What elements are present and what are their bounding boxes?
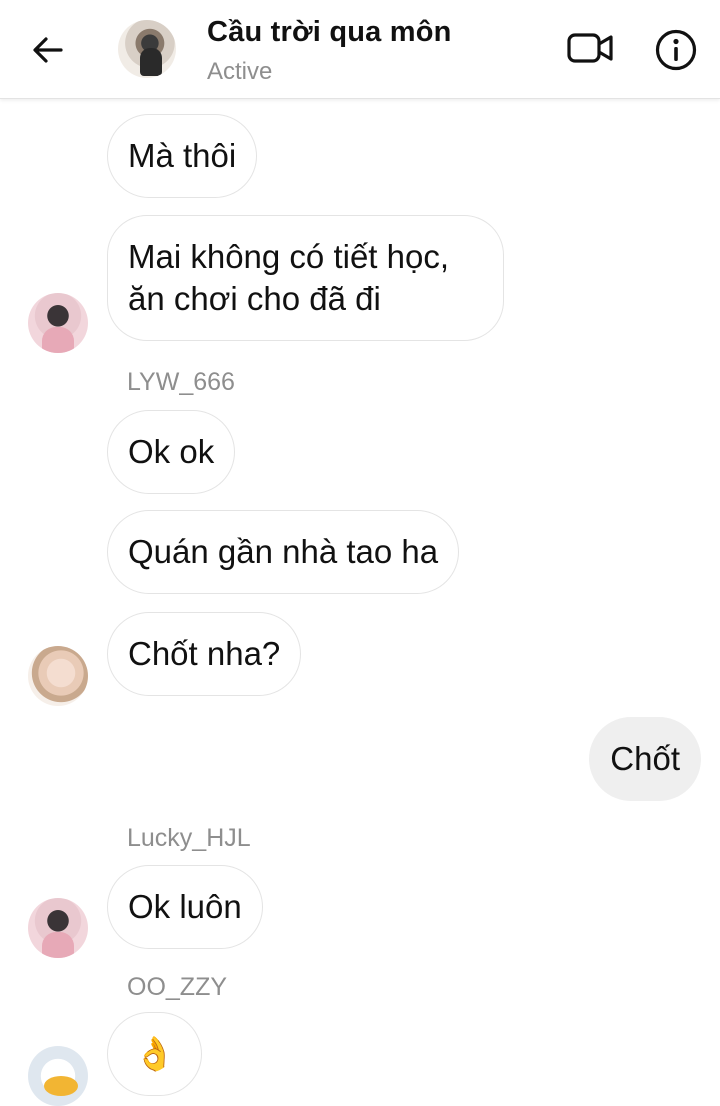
video-call-button[interactable] [566,28,616,68]
video-camera-icon [567,33,613,63]
own-message-bubble[interactable]: Chốt [589,717,701,801]
sender-avatar[interactable] [28,898,88,958]
message-bubble[interactable]: Mai không có tiết học, ăn chơi cho đã đi [107,215,504,341]
sender-avatar[interactable] [28,1046,88,1106]
sender-avatar[interactable] [28,293,88,353]
message-bubble[interactable]: Chốt nha? [107,612,302,696]
info-circle-icon [655,29,697,71]
message-bubble[interactable]: Ok ok [107,410,236,494]
back-button[interactable] [28,30,68,70]
sender-avatar[interactable] [28,646,88,706]
active-status: Active [207,58,273,85]
chat-header: Cầu trời qua môn Active [0,0,720,99]
chat-title[interactable]: Cầu trời qua môn [207,16,452,49]
message-bubble[interactable]: Quán gần nhà tao ha [107,510,460,594]
arrow-left-icon [33,37,63,63]
sender-name: OO_ZZY [127,973,228,1001]
group-avatar[interactable] [118,20,176,78]
message-bubble[interactable]: Mà thôi [107,114,258,198]
message-bubble[interactable]: Ok luôn [107,865,263,949]
info-button[interactable] [654,28,698,72]
sender-name: Lucky_HJL [127,824,251,852]
sender-name: LYW_666 [127,368,235,396]
emoji-message-bubble[interactable]: 👌 [107,1012,203,1096]
